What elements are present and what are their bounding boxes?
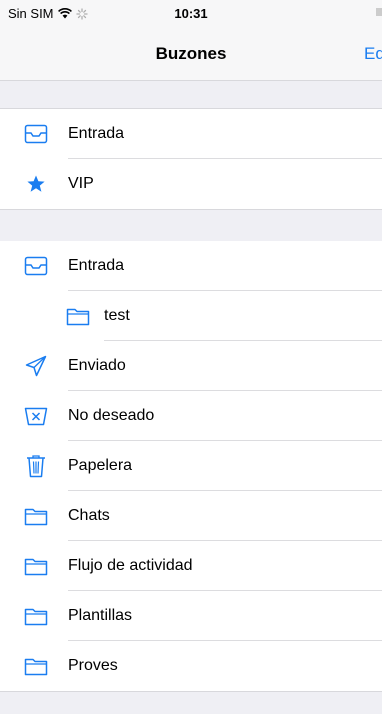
mailbox-label: No deseado — [68, 407, 155, 424]
mailbox-row-test[interactable]: test — [0, 291, 382, 341]
mailbox-row-chats[interactable]: Chats — [0, 491, 382, 541]
edit-button[interactable]: Editar — [364, 44, 382, 64]
mailbox-label: Entrada — [68, 257, 125, 274]
page-title: Buzones — [155, 44, 227, 63]
section-gap — [0, 209, 382, 242]
mailbox-row-papelera[interactable]: Papelera — [0, 441, 382, 491]
mailbox-label: Chats — [68, 507, 110, 524]
mailbox-label: Proves — [68, 657, 118, 674]
mailbox-label: Plantillas — [68, 607, 133, 624]
mailbox-row-flujo-de-actividad[interactable]: Flujo de actividad — [0, 541, 382, 591]
mailbox-label: Enviado — [68, 357, 126, 374]
section-gap — [0, 691, 382, 714]
mailbox-row-proves[interactable]: Proves — [0, 641, 382, 691]
mail-app-screen: Sin SIM 10:31 Buzones Ed Entrada VIP Ent… — [0, 0, 382, 714]
junk-icon — [24, 404, 48, 428]
mailbox-row-vip[interactable]: VIP — [0, 159, 382, 209]
section-gap — [0, 81, 382, 109]
mailbox-label: Entrada — [68, 125, 125, 142]
star-icon — [24, 172, 48, 196]
folder-icon — [24, 504, 48, 528]
folder-icon — [66, 304, 90, 328]
folder-icon — [24, 604, 48, 628]
inbox-tray-icon — [24, 254, 48, 278]
battery-icon — [376, 6, 382, 18]
paper-plane-icon — [24, 354, 48, 378]
inbox-tray-icon — [24, 122, 48, 146]
mailbox-row-plantillas[interactable]: Plantillas — [0, 591, 382, 641]
mailbox-label: Flujo de actividad — [68, 557, 193, 574]
status-time: 10:31 — [174, 6, 208, 21]
mailbox-label: VIP — [68, 175, 94, 192]
trash-icon — [24, 454, 48, 478]
mailbox-label: Papelera — [68, 457, 133, 474]
mailbox-row-entrada[interactable]: Entrada — [0, 241, 382, 291]
status-right — [376, 6, 382, 18]
navigation-bar: Buzones Editar — [0, 28, 382, 81]
mailbox-row-entrada[interactable]: Entrada — [0, 109, 382, 159]
mailbox-row-no-deseado[interactable]: No deseado — [0, 391, 382, 441]
folder-icon — [24, 654, 48, 678]
mailbox-row-enviado[interactable]: Enviado — [0, 341, 382, 391]
status-bar: Sin SIM 10:31 — [0, 0, 382, 28]
mailbox-label: test — [104, 307, 130, 324]
folder-icon — [24, 554, 48, 578]
